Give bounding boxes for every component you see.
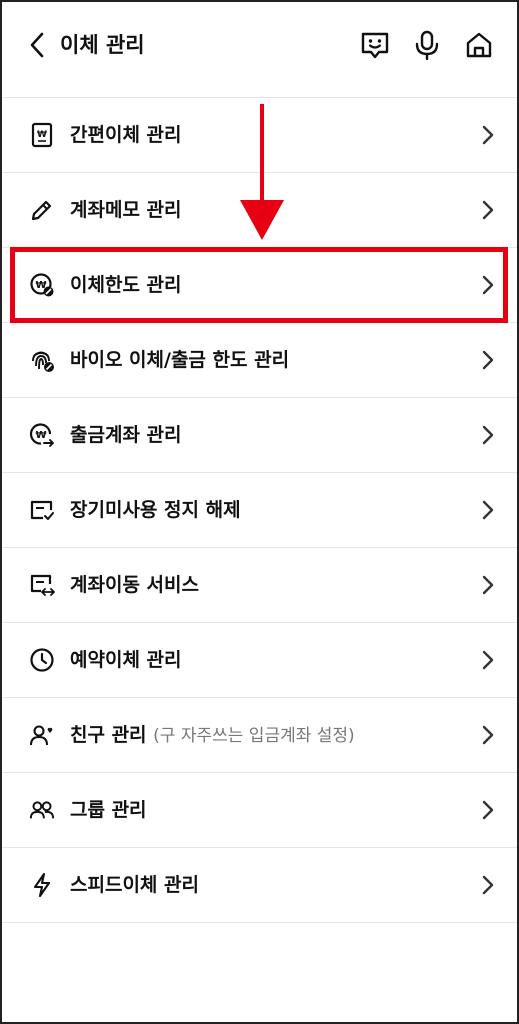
- chevron-right-icon: [482, 200, 494, 220]
- back-button[interactable]: [24, 30, 50, 60]
- chevron-right-icon: [482, 650, 494, 670]
- chevron-right-icon: [482, 725, 494, 745]
- chevron-right-icon: [482, 350, 494, 370]
- home-icon: [466, 32, 492, 58]
- account-check-icon: [29, 497, 55, 523]
- clock-icon: [29, 647, 55, 673]
- page-title: 이체 관리: [60, 33, 145, 57]
- account-transfer-icon: [29, 572, 55, 598]
- menu-item-label: 그룹 관리: [70, 799, 147, 821]
- menu-item-label: 간편이체 관리: [70, 124, 182, 146]
- chevron-right-icon: [482, 875, 494, 895]
- back-icon: [30, 32, 44, 58]
- chevron-right-icon: [482, 500, 494, 520]
- menu-item-speed-transfer[interactable]: 스피드이체 관리: [2, 848, 517, 923]
- chevron-right-icon: [482, 425, 494, 445]
- chevron-right-icon: [482, 800, 494, 820]
- svg-text:₩: ₩: [35, 430, 46, 441]
- menu-item-friend-manage[interactable]: 친구 관리 (구 자주쓰는 입금계좌 설정): [2, 698, 517, 773]
- menu-item-label: 계좌이동 서비스: [70, 574, 199, 596]
- won-limit-icon: ₩: [29, 272, 55, 298]
- chat-button[interactable]: [358, 28, 392, 62]
- chat-icon: [361, 32, 389, 59]
- menu-item-transfer-limit[interactable]: ₩ 이체한도 관리: [2, 248, 517, 323]
- chevron-right-icon: [482, 125, 494, 145]
- app-header: 이체 관리: [2, 2, 517, 90]
- menu-item-dormant-release[interactable]: 장기미사용 정지 해제: [2, 473, 517, 548]
- voice-button[interactable]: [410, 28, 444, 62]
- friend-icon: [29, 722, 55, 748]
- menu-item-label: 바이오 이체/출금 한도 관리: [70, 349, 290, 371]
- menu-item-label: 스피드이체 관리: [70, 874, 199, 896]
- menu-item-bio-limit[interactable]: 바이오 이체/출금 한도 관리: [2, 323, 517, 398]
- chevron-right-icon: [482, 275, 494, 295]
- group-icon: [29, 797, 55, 823]
- menu-item-account-switch[interactable]: 계좌이동 서비스: [2, 548, 517, 623]
- home-button[interactable]: [462, 28, 496, 62]
- menu-item-scheduled-transfer[interactable]: 예약이체 관리: [2, 623, 517, 698]
- won-out-icon: ₩: [29, 422, 55, 448]
- menu-item-label: 장기미사용 정지 해제: [70, 499, 241, 521]
- menu-item-title: 친구 관리: [70, 724, 147, 746]
- svg-text:₩: ₩: [37, 130, 47, 140]
- microphone-icon: [415, 30, 439, 61]
- won-card-icon: ₩: [29, 122, 55, 148]
- menu-item-label: 이체한도 관리: [70, 274, 182, 296]
- menu-item-label: 출금계좌 관리: [70, 424, 182, 446]
- annotation-arrow-down-icon: [240, 104, 284, 240]
- lightning-icon: [29, 872, 55, 898]
- pencil-icon: [29, 197, 55, 223]
- menu-item-withdraw-account[interactable]: ₩ 출금계좌 관리: [2, 398, 517, 473]
- menu-item-label: 예약이체 관리: [70, 649, 182, 671]
- menu-item-label: 계좌메모 관리: [70, 199, 182, 221]
- menu-item-group-manage[interactable]: 그룹 관리: [2, 773, 517, 848]
- fingerprint-icon: [29, 347, 55, 373]
- menu-item-subtitle: (구 자주쓰는 입금계좌 설정): [153, 726, 355, 746]
- chevron-right-icon: [482, 575, 494, 595]
- menu-item-label: 친구 관리 (구 자주쓰는 입금계좌 설정): [70, 720, 355, 751]
